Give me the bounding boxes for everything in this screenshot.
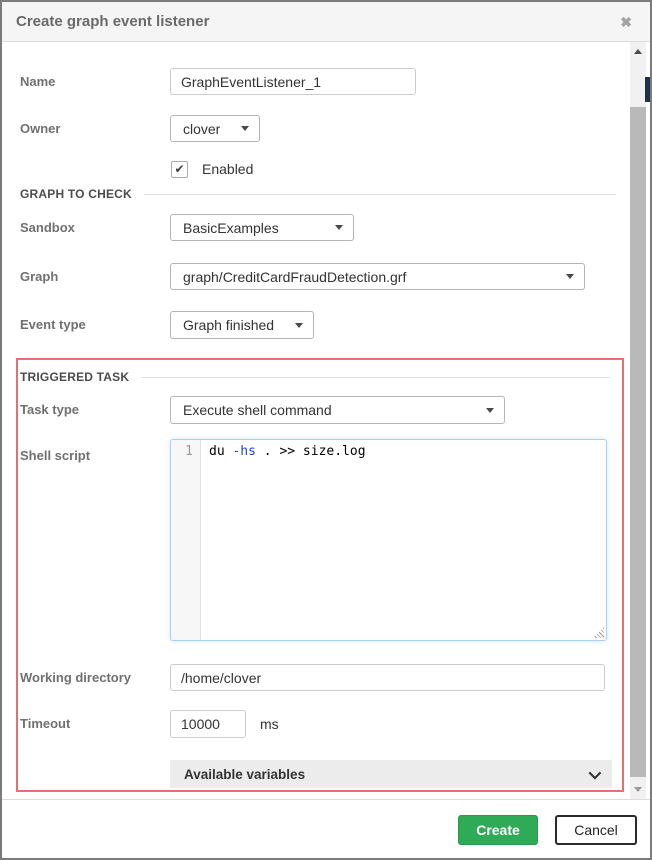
shell-script-label: Shell script — [20, 442, 165, 469]
sandbox-select[interactable]: BasicExamples — [170, 214, 354, 241]
close-icon[interactable]: ✖ — [620, 2, 632, 42]
section-triggered-task-title: TRIGGERED TASK — [20, 370, 129, 384]
scrollbar-thumb[interactable] — [630, 107, 646, 777]
working-directory-label: Working directory — [20, 664, 165, 691]
timeout-input[interactable] — [170, 710, 246, 738]
name-label: Name — [20, 68, 165, 95]
dialog-titlebar: Create graph event listener ✖ — [2, 2, 650, 42]
caret-down-icon — [295, 323, 303, 328]
code-rest: . >> size.log — [256, 444, 366, 459]
code-command: du — [209, 444, 232, 459]
chevron-down-icon — [589, 766, 602, 779]
task-type-label: Task type — [20, 396, 165, 423]
line-number: 1 — [171, 440, 200, 459]
graph-label: Graph — [20, 263, 165, 290]
scroll-down-button[interactable] — [630, 782, 646, 797]
dialog-title: Create graph event listener — [16, 2, 209, 42]
resize-grip-icon[interactable] — [593, 627, 604, 638]
shell-script-editor[interactable]: 1 du -hs . >> size.log — [170, 439, 607, 641]
vertical-scrollbar[interactable] — [630, 42, 646, 799]
event-type-select[interactable]: Graph finished — [170, 311, 314, 339]
sandbox-select-value: BasicExamples — [183, 220, 279, 236]
check-icon: ✔ — [174, 162, 184, 176]
dialog-body: Name Owner clover ✔ Enabled GRAPH TO CHE… — [2, 42, 650, 858]
caret-down-icon — [486, 408, 494, 413]
caret-down-icon — [566, 274, 574, 279]
scroll-up-button[interactable] — [630, 44, 646, 59]
scroll-up-icon — [634, 49, 642, 54]
section-divider — [144, 194, 616, 195]
event-type-select-value: Graph finished — [183, 317, 274, 333]
section-graph-to-check: GRAPH TO CHECK — [20, 184, 616, 204]
owner-select[interactable]: clover — [170, 115, 260, 142]
task-type-select-value: Execute shell command — [183, 402, 332, 418]
cancel-button[interactable]: Cancel — [555, 815, 637, 845]
available-variables-toggle[interactable]: Available variables — [170, 760, 612, 788]
name-input[interactable] — [170, 68, 416, 95]
owner-select-value: clover — [183, 121, 220, 137]
create-button[interactable]: Create — [458, 815, 538, 845]
sandbox-label: Sandbox — [20, 214, 165, 241]
caret-down-icon — [241, 126, 249, 131]
working-directory-input[interactable] — [170, 664, 605, 691]
section-divider — [141, 377, 610, 378]
editor-gutter: 1 — [171, 440, 201, 640]
caret-down-icon — [335, 225, 343, 230]
enabled-label: Enabled — [202, 161, 253, 178]
owner-label: Owner — [20, 115, 165, 142]
section-triggered-task: TRIGGERED TASK — [20, 367, 614, 387]
create-graph-event-listener-dialog: Create graph event listener ✖ Name Owner… — [0, 0, 652, 860]
graph-select-value: graph/CreditCardFraudDetection.grf — [183, 269, 406, 285]
background-page-fragment — [645, 77, 650, 102]
event-type-label: Event type — [20, 311, 165, 338]
available-variables-title: Available variables — [184, 767, 305, 782]
timeout-label: Timeout — [20, 710, 165, 737]
timeout-unit: ms — [260, 710, 279, 738]
enabled-checkbox[interactable]: ✔ — [171, 161, 188, 178]
shell-script-code[interactable]: du -hs . >> size.log — [201, 440, 606, 459]
graph-select[interactable]: graph/CreditCardFraudDetection.grf — [170, 263, 585, 290]
scroll-down-icon — [634, 787, 642, 792]
dialog-footer: Create Cancel — [2, 799, 650, 858]
task-type-select[interactable]: Execute shell command — [170, 396, 505, 424]
code-flag: -hs — [232, 444, 255, 459]
section-graph-to-check-title: GRAPH TO CHECK — [20, 187, 132, 201]
